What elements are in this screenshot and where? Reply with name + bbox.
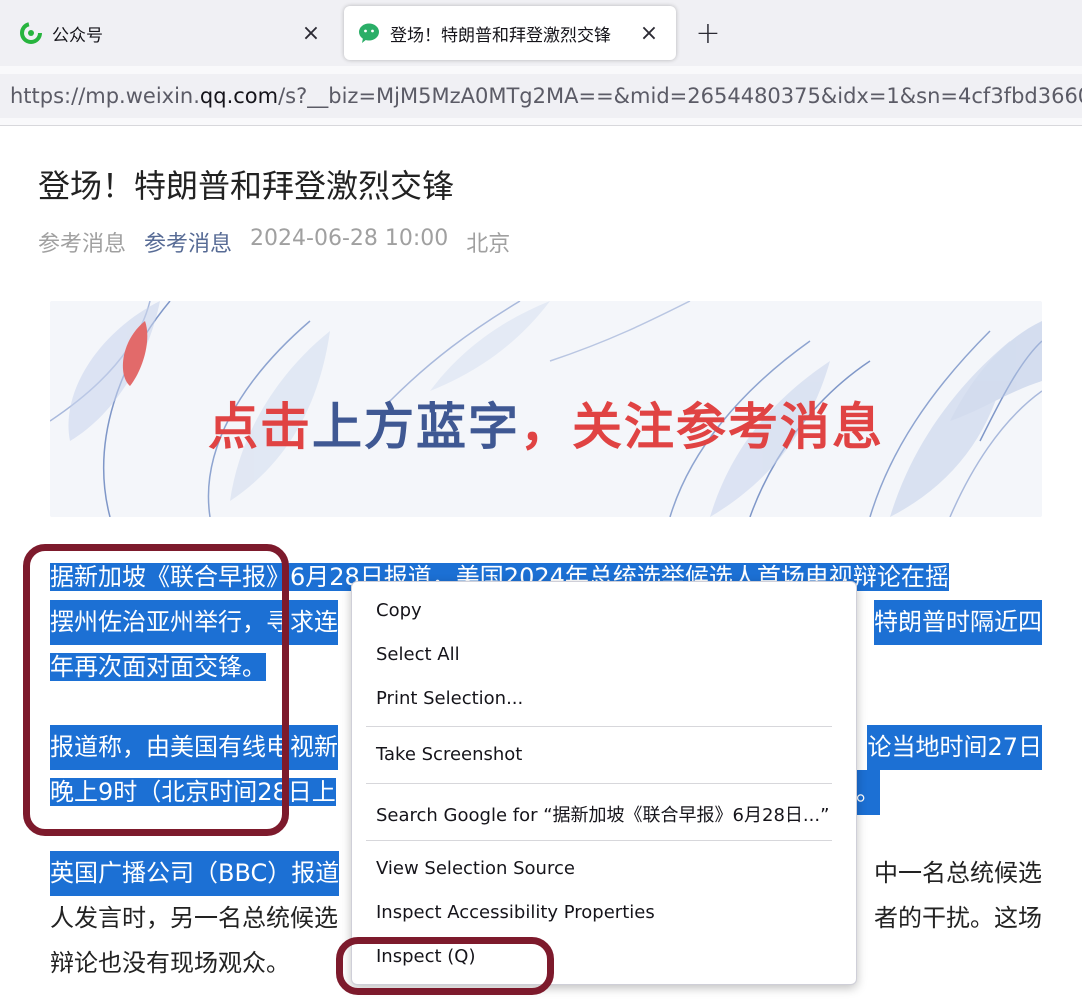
new-tab-button[interactable]: + [690, 14, 726, 52]
follow-banner[interactable]: 点击上方蓝字，关注参考消息 [50, 301, 1042, 517]
close-tab-icon[interactable]: × [636, 20, 662, 46]
banner-text-part3: ，关注参考消息 [520, 397, 884, 456]
tab-article[interactable]: 登场！特朗普和拜登激烈交锋 × [344, 6, 676, 60]
url-domain: qq.com [199, 84, 279, 108]
menu-item-take-screenshot[interactable]: Take Screenshot [376, 744, 522, 765]
navigation-toolbar: https://mp.weixin. qq.com/s?__biz=MjM5MzA… [0, 66, 1082, 126]
banner-text-part2: 上方蓝字 [312, 397, 520, 456]
banner-text-part1: 点击 [208, 397, 312, 456]
selected-text: 。 [856, 770, 880, 815]
annotation-selection-box [23, 544, 289, 836]
menu-item-copy[interactable]: Copy [376, 600, 422, 621]
menu-separator [366, 726, 832, 727]
url-field[interactable]: https://mp.weixin. qq.com/s?__biz=MjM5MzA… [0, 74, 1082, 118]
tab-title: 公众号 [52, 25, 103, 46]
menu-separator [366, 840, 832, 841]
publish-location: 北京 [466, 232, 511, 257]
tab-official-accounts[interactable]: 公众号 × [0, 6, 338, 60]
tab-strip: 公众号 × 登场！特朗普和拜登激烈交锋 × + [0, 0, 1082, 66]
selected-text: 英国广播公司（BBC）报道 [50, 851, 340, 896]
paragraph-text: 人发言时，另一名总统候选 [50, 904, 338, 932]
article-meta: 参考消息 参考消息 2024-06-28 10:00 北京 [38, 226, 510, 258]
context-menu: Copy Select All Print Selection... Take … [351, 581, 857, 985]
paragraph-text: 者的干扰。这场 [874, 904, 1042, 932]
banner-text: 点击上方蓝字，关注参考消息 [50, 387, 1042, 459]
selected-text: 论当地时间27日 [867, 725, 1042, 770]
article-title: 登场！特朗普和拜登激烈交锋 [38, 167, 455, 205]
wechat-official-icon [20, 22, 42, 44]
close-tab-icon[interactable]: × [298, 20, 324, 46]
tab-title: 登场！特朗普和拜登激烈交锋 [390, 25, 611, 46]
annotation-inspect-box [336, 937, 554, 995]
article-author: 参考消息 [38, 232, 127, 257]
menu-item-view-selection-source[interactable]: View Selection Source [376, 858, 575, 879]
account-link[interactable]: 参考消息 [144, 226, 232, 258]
paragraph-text: 辩论也没有现场观众。 [50, 949, 290, 977]
menu-separator [366, 783, 832, 784]
paragraph-text: 中一名总统候选 [874, 859, 1042, 887]
wechat-icon [359, 23, 379, 43]
url-rest: /s?__biz=MjM5MzA0MTg2MA==&mid=2654480375… [278, 84, 1082, 108]
menu-item-search-google[interactable]: Search Google for “据新加坡《联合早报》6月28日...” [376, 801, 829, 827]
publish-datetime: 2024-06-28 10:00 [250, 226, 449, 251]
menu-item-inspect-accessibility[interactable]: Inspect Accessibility Properties [376, 902, 655, 923]
url-prefix: https://mp.weixin. [10, 84, 200, 108]
menu-item-select-all[interactable]: Select All [376, 644, 460, 665]
menu-item-print-selection[interactable]: Print Selection... [376, 688, 523, 709]
selected-text: 特朗普时隔近四 [874, 600, 1042, 645]
